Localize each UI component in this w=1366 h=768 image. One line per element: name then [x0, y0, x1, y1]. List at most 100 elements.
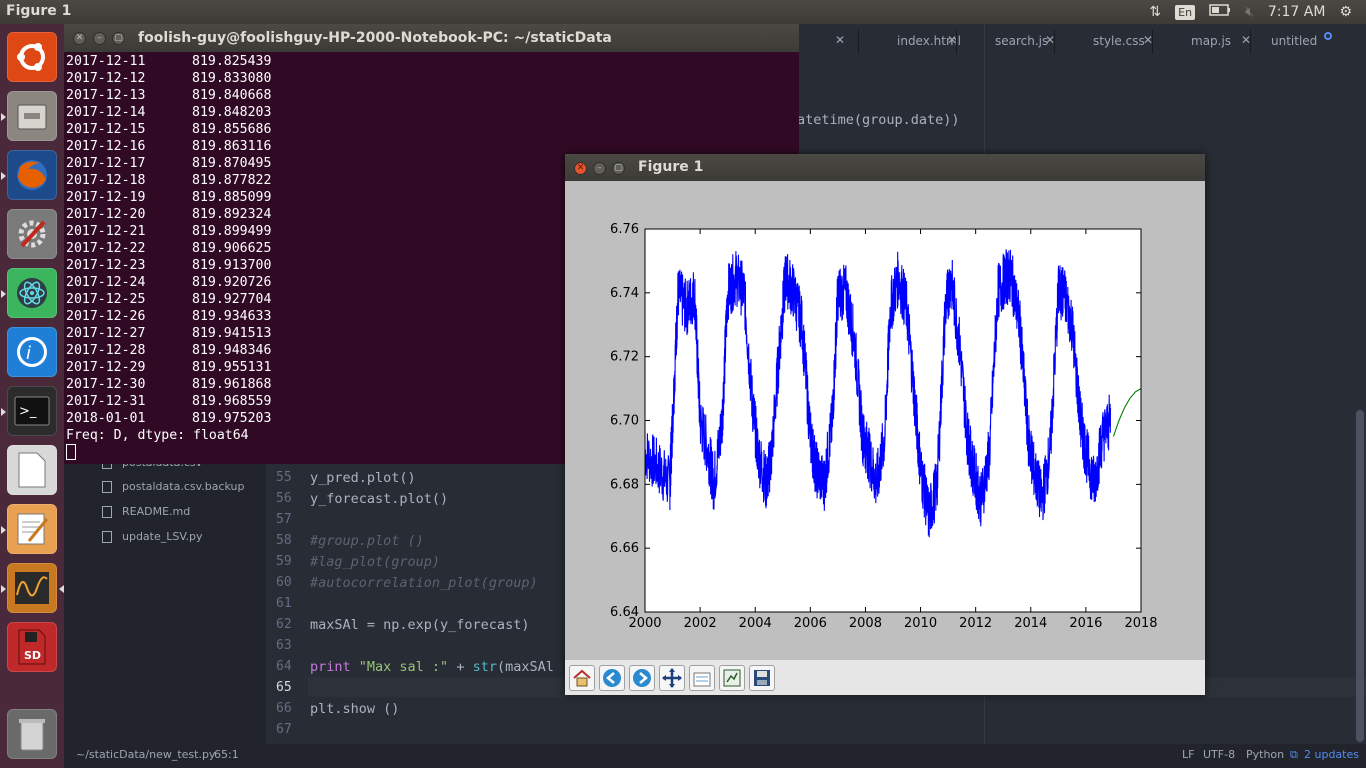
system-settings-icon[interactable]: [7, 209, 57, 259]
terminal-row: 2017-12-20 819.892324: [66, 206, 271, 223]
terminal-date: 2017-12-18: [66, 173, 146, 188]
terminal-output[interactable]: 2017-12-11 819.825439 2017-12-12 819.833080…: [66, 53, 271, 461]
terminal-row: 2017-12-28 819.948346: [66, 342, 271, 359]
tab-search-js[interactable]: search.js ✕: [956, 30, 1055, 54]
line-number: 61: [276, 596, 292, 611]
terminal-value: 819.975203: [192, 411, 272, 426]
battery-icon[interactable]: [1209, 4, 1231, 20]
line-number: 57: [276, 512, 292, 527]
close-icon[interactable]: ✕: [73, 32, 86, 45]
terminal-row: 2017-12-30 819.961868: [66, 376, 271, 393]
line-number: 64: [276, 659, 292, 674]
line-number: 58: [276, 533, 292, 548]
terminal-date: 2017-12-31: [66, 394, 146, 409]
editor-scrollbar[interactable]: [1356, 410, 1364, 742]
terminal-date: 2018-01-01: [66, 411, 146, 426]
terminal-prompt[interactable]: [66, 444, 271, 461]
trash-icon[interactable]: [7, 709, 57, 759]
terminal-value: 819.877822: [192, 173, 272, 188]
file-path[interactable]: ~/staticData/new_test.py: [76, 748, 215, 761]
terminal-titlebar[interactable]: ✕ – ▢ foolish-guy@foolishguy-HP-2000-Not…: [64, 24, 799, 52]
tree-file[interactable]: update_LSV.py: [102, 530, 202, 543]
status-bar: ~/staticData/new_test.py 65:1 LF UTF-8 P…: [64, 744, 1366, 768]
code-line[interactable]: print "Max sal :" + str(maxSAl: [310, 659, 554, 675]
pycharm-icon[interactable]: i: [7, 327, 57, 377]
running-indicator: [1, 526, 6, 534]
terminal-value: 819.855686: [192, 122, 272, 137]
y-tick-label: 6.64: [610, 605, 639, 620]
unity-launcher: i >_ SD: [0, 24, 64, 768]
matplotlib-figure-window[interactable]: ✕ – ▢ Figure 1 2000 2002 2004 2006 2008 2010 2…: [565, 154, 1205, 695]
unsaved-dot-icon: [1324, 32, 1332, 40]
terminal-icon[interactable]: >_: [7, 386, 57, 436]
terminal-title: foolish-guy@foolishguy-HP-2000-Notebook-…: [138, 30, 612, 46]
code-line[interactable]: maxSAl = np.exp(y_forecast): [310, 617, 529, 633]
back-icon[interactable]: [599, 664, 625, 691]
forward-icon[interactable]: [629, 664, 655, 691]
text-editor-icon[interactable]: [7, 504, 57, 554]
code-op: +: [448, 659, 473, 675]
terminal-date: 2017-12-27: [66, 326, 146, 341]
figure-titlebar[interactable]: ✕ – ▢ Figure 1: [565, 154, 1205, 181]
home-icon[interactable]: [569, 664, 595, 691]
libreoffice-icon[interactable]: [7, 445, 57, 495]
terminal-value: 819.968559: [192, 394, 272, 409]
minimize-icon[interactable]: –: [593, 162, 606, 175]
terminal-row: 2017-12-11 819.825439: [66, 53, 271, 70]
subplots-icon[interactable]: [689, 664, 715, 691]
code-comment[interactable]: #lag_plot(group): [310, 554, 440, 570]
gear-icon[interactable]: ⚙: [1339, 4, 1352, 20]
maximize-icon[interactable]: ▢: [612, 162, 625, 175]
system-monitor-icon[interactable]: [7, 563, 57, 613]
clock[interactable]: 7:17 AM: [1268, 4, 1326, 20]
code-comment[interactable]: #autocorrelation_plot(group): [310, 575, 538, 591]
encoding[interactable]: UTF-8: [1203, 748, 1235, 761]
tree-file[interactable]: postaldata.csv.backup: [102, 480, 245, 493]
tree-file[interactable]: README.md: [102, 505, 190, 518]
zoom-icon[interactable]: [719, 664, 745, 691]
grammar[interactable]: Python: [1246, 748, 1284, 761]
terminal-value: 819.948346: [192, 343, 272, 358]
close-icon[interactable]: ✕: [574, 162, 587, 175]
cursor-position[interactable]: 65:1: [214, 748, 239, 761]
terminal-row: 2017-12-14 819.848203: [66, 104, 271, 121]
files-icon[interactable]: [7, 91, 57, 141]
terminal-row: 2017-12-16 819.863116: [66, 138, 271, 155]
pan-icon[interactable]: [659, 664, 685, 691]
figure-toolbar: [565, 660, 1205, 695]
tab-new-test[interactable]: ✕: [798, 30, 858, 54]
x-tick-label: 2008: [849, 616, 882, 631]
tab-index-html[interactable]: index.html ✕: [858, 30, 961, 54]
volume-muted-icon[interactable]: 🔇︎: [1245, 4, 1254, 20]
chart-canvas[interactable]: 2000 2002 2004 2006 2008 2010 2012 2014 2016 2018…: [565, 181, 1205, 660]
y-tick-label: 6.72: [610, 350, 639, 365]
minimize-icon[interactable]: –: [93, 32, 106, 45]
tree-view: postaldata.csv postaldata.csv.backup REA…: [64, 454, 266, 744]
terminal-date: 2017-12-25: [66, 292, 146, 307]
ubuntu-dash-icon[interactable]: [7, 32, 57, 82]
atom-icon[interactable]: [7, 268, 57, 318]
close-icon[interactable]: ✕: [835, 33, 845, 47]
focused-indicator: [59, 585, 64, 593]
tab-label: search.js: [995, 34, 1049, 48]
tab-map-js[interactable]: map.js ✕: [1152, 30, 1251, 54]
firefox-icon[interactable]: [7, 150, 57, 200]
maximize-icon[interactable]: ▢: [112, 32, 125, 45]
code-line[interactable]: plt.show (): [310, 701, 399, 717]
terminal-date: 2017-12-19: [66, 190, 146, 205]
keyboard-lang-icon[interactable]: En: [1175, 4, 1196, 20]
terminal-date: 2017-12-24: [66, 275, 146, 290]
code-comment[interactable]: #group.plot (): [310, 533, 424, 549]
code-line[interactable]: y_pred.plot(): [310, 470, 416, 486]
line-ending[interactable]: LF: [1182, 748, 1194, 761]
updates-link[interactable]: 2 updates: [1304, 748, 1359, 761]
updates-icon[interactable]: ⧉: [1290, 748, 1298, 762]
save-icon[interactable]: [749, 664, 775, 691]
terminal-value: 819.927704: [192, 292, 272, 307]
sd-card-icon[interactable]: SD: [7, 622, 57, 672]
tab-untitled[interactable]: untitled: [1250, 30, 1348, 54]
tab-style-css[interactable]: style.css ✕: [1054, 30, 1153, 54]
line-number: 60: [276, 575, 292, 590]
code-line[interactable]: y_forecast.plot(): [310, 491, 448, 507]
network-icon[interactable]: ⇅: [1149, 4, 1161, 20]
